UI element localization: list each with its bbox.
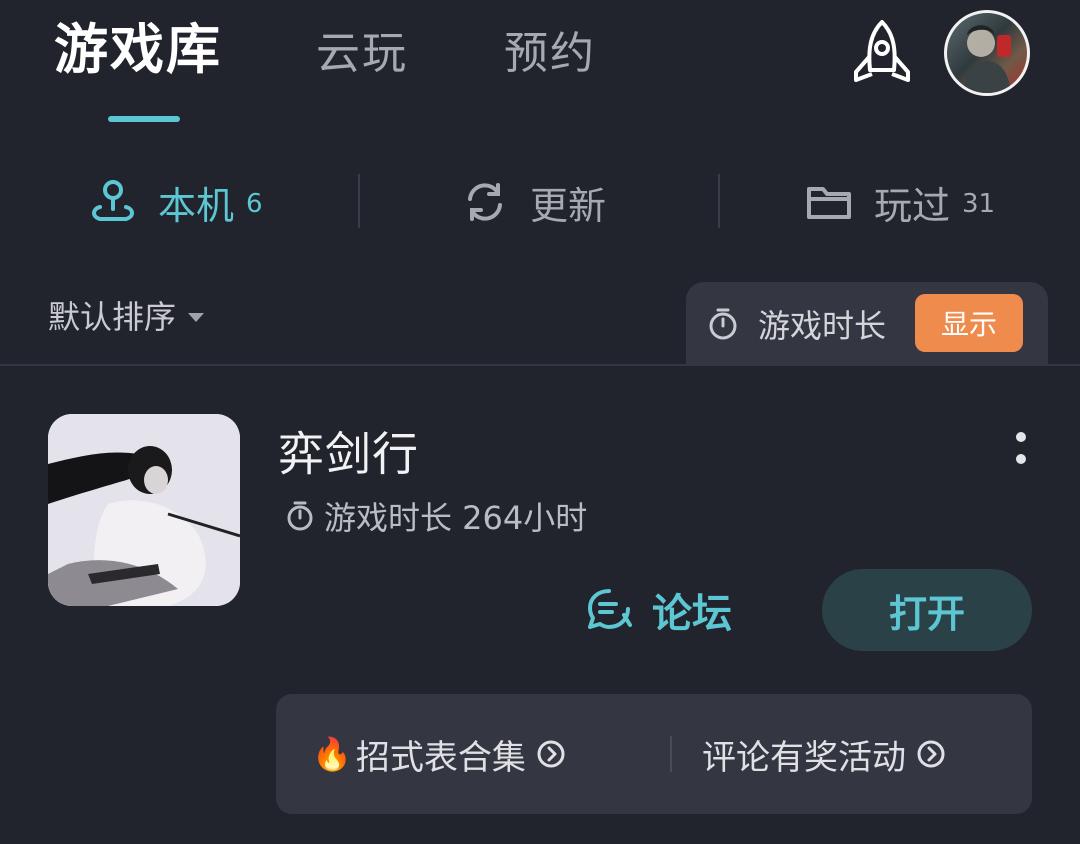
sort-label: 默认排序 (48, 298, 177, 336)
top-tab-bar: 游戏库 云玩 预约 (0, 0, 1080, 130)
subtab-divider (358, 174, 360, 228)
link-move-list-label: 招式表合集 (355, 737, 526, 778)
subtab-divider (718, 174, 720, 228)
user-avatar[interactable] (944, 10, 1030, 96)
open-game-button[interactable]: 打开 (822, 569, 1032, 651)
active-tab-indicator (108, 116, 180, 122)
subtab-local-label: 本机 (158, 183, 235, 228)
playtime-toggle-label: 游戏时长 (758, 307, 887, 345)
tab-game-library[interactable]: 游戏库 (54, 18, 222, 82)
game-links-panel: 🔥 招式表合集 评论有奖活动 (276, 694, 1032, 814)
chevron-right-circle-icon (917, 740, 945, 768)
game-title[interactable]: 弈剑行 (278, 418, 419, 484)
stopwatch-icon (709, 308, 737, 340)
show-playtime-button[interactable]: 显示 (915, 294, 1023, 352)
section-divider (0, 364, 1080, 366)
game-playtime: 游戏时长 264小时 (284, 494, 587, 538)
link-review-event-label: 评论有奖活动 (702, 737, 906, 778)
link-move-list[interactable]: 🔥 招式表合集 (312, 694, 566, 814)
link-review-event[interactable]: 评论有奖活动 (702, 694, 946, 814)
sort-dropdown[interactable]: 默认排序 (48, 290, 205, 340)
forum-label: 论坛 (652, 591, 732, 637)
fire-icon: 🔥 (312, 735, 352, 773)
playtime-toggle: 游戏时长 显示 (686, 282, 1048, 366)
subtab-played[interactable]: 玩过 31 (804, 160, 995, 244)
subtab-local-count: 6 (246, 189, 263, 219)
tab-reserve[interactable]: 预约 (504, 22, 596, 86)
refresh-icon (468, 183, 502, 221)
more-options-icon[interactable] (1006, 430, 1036, 470)
chevron-right-circle-icon (537, 740, 565, 768)
subtab-played-label: 玩过 (874, 183, 951, 228)
links-divider (670, 736, 672, 772)
game-cover-image[interactable] (48, 414, 240, 606)
subtab-update[interactable]: 更新 (460, 160, 606, 244)
stopwatch-icon (287, 501, 313, 531)
subtab-played-count: 31 (962, 189, 996, 219)
rocket-icon[interactable] (844, 16, 920, 92)
folder-icon (807, 187, 851, 219)
subtab-update-label: 更新 (530, 183, 607, 228)
tab-cloud-play[interactable]: 云玩 (316, 22, 408, 86)
game-playtime-text: 游戏时长 264小时 (324, 499, 588, 537)
forum-button[interactable]: 论坛 (584, 580, 732, 640)
chat-bubble-icon (588, 589, 632, 629)
subtab-local[interactable]: 本机 6 (88, 160, 263, 244)
joystick-location-icon (92, 180, 134, 221)
chevron-down-icon (188, 312, 205, 322)
